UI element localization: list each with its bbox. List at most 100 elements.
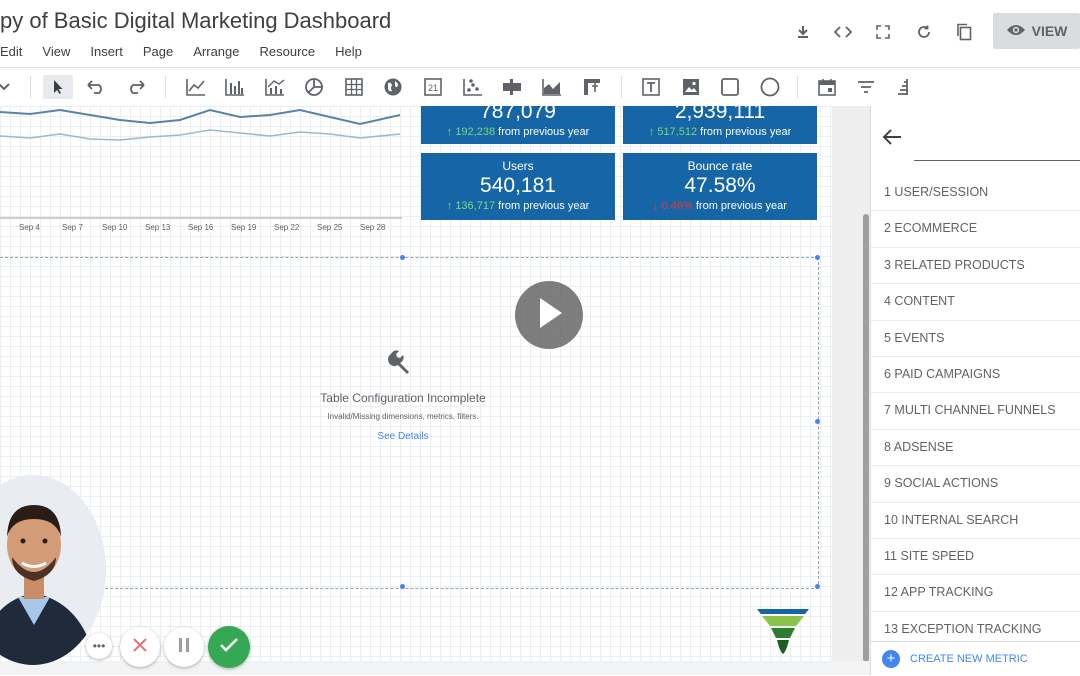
date-range-icon[interactable]	[815, 75, 839, 99]
bullet-chart-icon[interactable]	[500, 75, 524, 99]
copy-icon[interactable]	[952, 20, 976, 44]
resize-handle[interactable]	[400, 584, 405, 589]
wrench-icon	[387, 350, 414, 382]
scorecard-comparison: ↑ 192,238 from previous year	[446, 126, 590, 138]
x-tick: Sep 4	[19, 223, 40, 232]
back-arrow-icon[interactable]	[882, 128, 902, 152]
list-item[interactable]: 3 RELATED PRODUCTS	[871, 248, 1080, 285]
play-icon	[534, 296, 564, 335]
checkmark-icon	[220, 637, 238, 657]
pause-recording-button[interactable]	[164, 627, 204, 667]
select-cursor-icon[interactable]	[43, 75, 73, 99]
vertical-scrollbar[interactable]	[863, 214, 869, 662]
bar-chart-icon[interactable]	[223, 75, 247, 99]
scorecard[interactable]: 787,079 ↑ 192,238 from previous year	[421, 106, 615, 144]
scorecard-value: 540,181	[480, 174, 556, 197]
toolbar: 21	[0, 67, 1080, 107]
table-icon[interactable]	[342, 75, 366, 99]
refresh-icon[interactable]	[912, 20, 936, 44]
rectangle-icon[interactable]	[718, 75, 742, 99]
list-item[interactable]: 4 CONTENT	[871, 284, 1080, 321]
list-item[interactable]: 7 MULTI CHANNEL FUNNELS	[871, 393, 1080, 430]
see-details-link[interactable]: See Details	[0, 431, 806, 442]
scorecard-comparison: ↓ 0.46% from previous year	[653, 200, 787, 212]
series-line-2	[0, 129, 401, 141]
create-new-metric-label: CREATE NEW METRIC	[910, 653, 1028, 665]
undo-icon[interactable]	[84, 75, 108, 99]
x-tick: Sep 13	[145, 223, 171, 232]
scorecard-label: Bounce rate	[687, 159, 753, 173]
series-line-1	[0, 108, 401, 126]
pause-icon	[177, 637, 191, 658]
plus-icon: +	[882, 650, 900, 668]
scorecard-bounce-rate[interactable]: Bounce rate 47.58% ↓ 0.46% from previous…	[623, 153, 817, 220]
x-tick: Sep 16	[188, 223, 214, 232]
scorecard[interactable]: 2,939,111 ↑ 517,512 from previous year	[623, 106, 817, 144]
x-tick: Sep 25	[317, 223, 343, 232]
list-item[interactable]: 8 ADSENSE	[871, 430, 1080, 467]
view-label: VIEW	[1031, 23, 1068, 39]
play-button[interactable]	[515, 281, 583, 349]
report-title[interactable]: py of Basic Digital Marketing Dashboard	[0, 8, 391, 34]
menu-bar: Edit View Insert Page Arrange Resource H…	[0, 44, 382, 62]
x-tick: Sep 10	[102, 223, 128, 232]
geo-map-icon[interactable]	[381, 75, 405, 99]
table-config-subtitle: Invalid/Missing dimensions, metrics, fil…	[327, 412, 479, 421]
x-tick: Sep 22	[274, 223, 300, 232]
list-item[interactable]: 9 SOCIAL ACTIONS	[871, 466, 1080, 503]
menu-edit[interactable]: Edit	[0, 44, 22, 62]
time-series-icon[interactable]	[184, 75, 208, 99]
view-button[interactable]: VIEW	[993, 13, 1080, 49]
circle-icon[interactable]	[758, 75, 782, 99]
cancel-recording-button[interactable]	[120, 627, 160, 667]
resize-handle[interactable]	[400, 255, 405, 260]
pivot-table-icon[interactable]	[580, 75, 604, 99]
resize-handle[interactable]	[815, 255, 820, 260]
combo-chart-icon[interactable]	[263, 75, 287, 99]
list-item[interactable]: 12 APP TRACKING	[871, 575, 1080, 612]
close-icon	[132, 637, 148, 658]
pie-chart-icon[interactable]	[302, 75, 326, 99]
scorecard-comparison: ↑ 517,512 from previous year	[648, 126, 792, 138]
x-tick: Sep 28	[360, 223, 386, 232]
scorecard-value: 2,939,111	[674, 106, 766, 123]
finish-recording-button[interactable]	[208, 626, 250, 668]
text-box-icon[interactable]	[639, 75, 663, 99]
list-item[interactable]: 2 ECOMMERCE	[871, 211, 1080, 248]
data-control-icon[interactable]	[893, 75, 917, 99]
resize-handle[interactable]	[815, 419, 820, 424]
table-placeholder[interactable]	[0, 257, 819, 589]
menu-insert[interactable]: Insert	[90, 44, 123, 62]
image-icon[interactable]	[679, 75, 703, 99]
list-item[interactable]: 5 EVENTS	[871, 321, 1080, 357]
embed-code-icon[interactable]	[831, 20, 855, 44]
list-item[interactable]: 1 USER/SESSION	[871, 175, 1080, 212]
scorecard-icon[interactable]: 21	[421, 75, 445, 99]
x-tick: Sep 7	[62, 223, 83, 232]
table-config-title: Table Configuration Incomplete	[320, 391, 486, 405]
create-new-metric-button[interactable]: + CREATE NEW METRIC	[871, 641, 1080, 676]
menu-help[interactable]: Help	[335, 44, 362, 62]
scorecard-users[interactable]: Users 540,181 ↑ 136,717 from previous ye…	[421, 153, 615, 220]
menu-resource[interactable]: Resource	[260, 44, 316, 62]
fullscreen-icon[interactable]	[871, 20, 895, 44]
x-tick: Sep 19	[231, 223, 257, 232]
menu-page[interactable]: Page	[143, 44, 173, 62]
more-options-button[interactable]: •••	[86, 633, 112, 659]
scorecard-label: Users	[502, 159, 534, 173]
filter-control-icon[interactable]	[854, 75, 878, 99]
panel-search-input[interactable]	[914, 134, 1080, 161]
add-page-chevron-icon[interactable]	[0, 75, 16, 99]
resize-handle[interactable]	[815, 584, 820, 589]
redo-icon[interactable]	[124, 75, 148, 99]
list-item[interactable]: 10 INTERNAL SEARCH	[871, 503, 1080, 539]
list-item[interactable]: 11 SITE SPEED	[871, 539, 1080, 576]
report-canvas[interactable]: Sep 4 Sep 7 Sep 10 Sep 13 Sep 16 Sep 19 …	[0, 106, 832, 661]
download-icon[interactable]	[791, 20, 815, 44]
area-chart-icon[interactable]	[540, 75, 564, 99]
menu-arrange[interactable]: Arrange	[193, 44, 239, 62]
list-item[interactable]: 6 PAID CAMPAIGNS	[871, 357, 1080, 394]
menu-view[interactable]: View	[42, 44, 70, 62]
brand-logo	[756, 608, 810, 661]
scatter-chart-icon[interactable]	[461, 75, 485, 99]
